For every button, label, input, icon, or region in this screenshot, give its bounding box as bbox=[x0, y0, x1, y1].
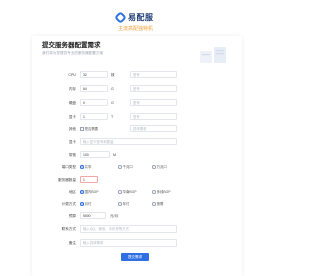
form-title: 提交服务器配置需求 bbox=[42, 42, 101, 49]
cpu-unit: 核 bbox=[111, 73, 115, 77]
logo-text: 易配服 bbox=[128, 13, 154, 22]
disk-model-input[interactable]: 型号 bbox=[130, 99, 177, 106]
memory-unit: G bbox=[111, 87, 114, 91]
billing-label: 计费方式 bbox=[61, 202, 76, 206]
radio-selected-icon[interactable] bbox=[80, 202, 84, 206]
server-illustration-icon bbox=[200, 47, 226, 63]
budget-input[interactable]: 5000 bbox=[80, 212, 106, 219]
region-label: 地区 bbox=[68, 190, 76, 194]
budget-unit: 元/月 bbox=[110, 214, 119, 218]
radio-icon[interactable] bbox=[152, 165, 156, 169]
notes-input[interactable]: 输入具体需求 bbox=[80, 239, 177, 247]
gpu-unit: T bbox=[111, 115, 114, 119]
radio-selected-icon[interactable] bbox=[80, 190, 84, 194]
gpu-label: 显卡 bbox=[68, 115, 76, 119]
notes-label: 备注 bbox=[68, 241, 76, 245]
port-option-10gigabit[interactable]: 万兆口 bbox=[152, 163, 167, 171]
port-type-label: 端口类型 bbox=[61, 165, 76, 169]
form-description: 我们将为您提供专业的服务器配置方案 bbox=[42, 51, 104, 55]
gpu-input[interactable]: 1 bbox=[80, 113, 108, 120]
billing-option-ondemand[interactable]: 按需 bbox=[152, 200, 163, 208]
bandwidth-unit: M bbox=[113, 153, 116, 157]
budget-label: 预算 bbox=[68, 214, 76, 218]
region-option-domestic[interactable]: 国内BGP bbox=[80, 188, 99, 196]
radio-selected-icon[interactable] bbox=[80, 165, 84, 169]
radio-icon[interactable] bbox=[152, 190, 156, 194]
region-option-multiline[interactable]: 多线BGP bbox=[152, 188, 171, 196]
gpu-model-input[interactable]: 型号 bbox=[130, 113, 177, 120]
other-detail-input[interactable]: 具体需求 bbox=[130, 125, 177, 132]
other-checkbox[interactable]: 是否需要 bbox=[80, 125, 98, 133]
memory-input[interactable]: 64 bbox=[80, 85, 108, 92]
gpu-card-label: 显卡 bbox=[68, 140, 76, 144]
cpu-model-input[interactable]: 型号 bbox=[130, 71, 177, 78]
memory-model-input[interactable]: 型号 bbox=[130, 85, 177, 92]
port-option-gigabit[interactable]: 千兆口 bbox=[118, 163, 133, 171]
region-option-south[interactable]: 华南BGP bbox=[118, 188, 137, 196]
billing-option-yearly[interactable]: 年付 bbox=[118, 200, 129, 208]
checkbox-icon[interactable] bbox=[80, 127, 84, 131]
cpu-input[interactable]: 32 bbox=[80, 71, 108, 78]
disk-label: 硬盘 bbox=[68, 101, 76, 105]
contact-label: 联系方式 bbox=[61, 227, 76, 231]
cpu-label: CPU bbox=[68, 73, 76, 77]
server-count-label: 服务器数量 bbox=[58, 178, 76, 182]
bandwidth-input[interactable]: 100 bbox=[80, 151, 110, 158]
radio-icon[interactable] bbox=[118, 165, 122, 169]
bandwidth-label: 带宽 bbox=[68, 153, 76, 157]
submit-button[interactable]: 提交需求 bbox=[121, 253, 149, 261]
header-subtitle: 主流高配独特机 bbox=[117, 26, 153, 32]
radio-icon[interactable] bbox=[152, 202, 156, 206]
other-checkbox-label: 是否需要 bbox=[84, 127, 99, 131]
port-option-shared[interactable]: 共享 bbox=[80, 163, 91, 171]
contact-input[interactable]: 输入QQ、微信、手机号等方式 bbox=[80, 225, 177, 233]
gpu-card-input[interactable]: 输入显卡型号和数量 bbox=[80, 138, 177, 145]
logo-icon bbox=[114, 11, 127, 24]
billing-option-monthly[interactable]: 月付 bbox=[80, 200, 91, 208]
radio-icon[interactable] bbox=[118, 202, 122, 206]
server-count-input[interactable]: 1 bbox=[80, 176, 98, 183]
disk-input[interactable]: 0 bbox=[80, 99, 108, 106]
memory-label: 内存 bbox=[68, 87, 76, 91]
other-label: 其他 bbox=[68, 127, 76, 131]
disk-unit: G bbox=[111, 101, 114, 105]
radio-icon[interactable] bbox=[118, 190, 122, 194]
